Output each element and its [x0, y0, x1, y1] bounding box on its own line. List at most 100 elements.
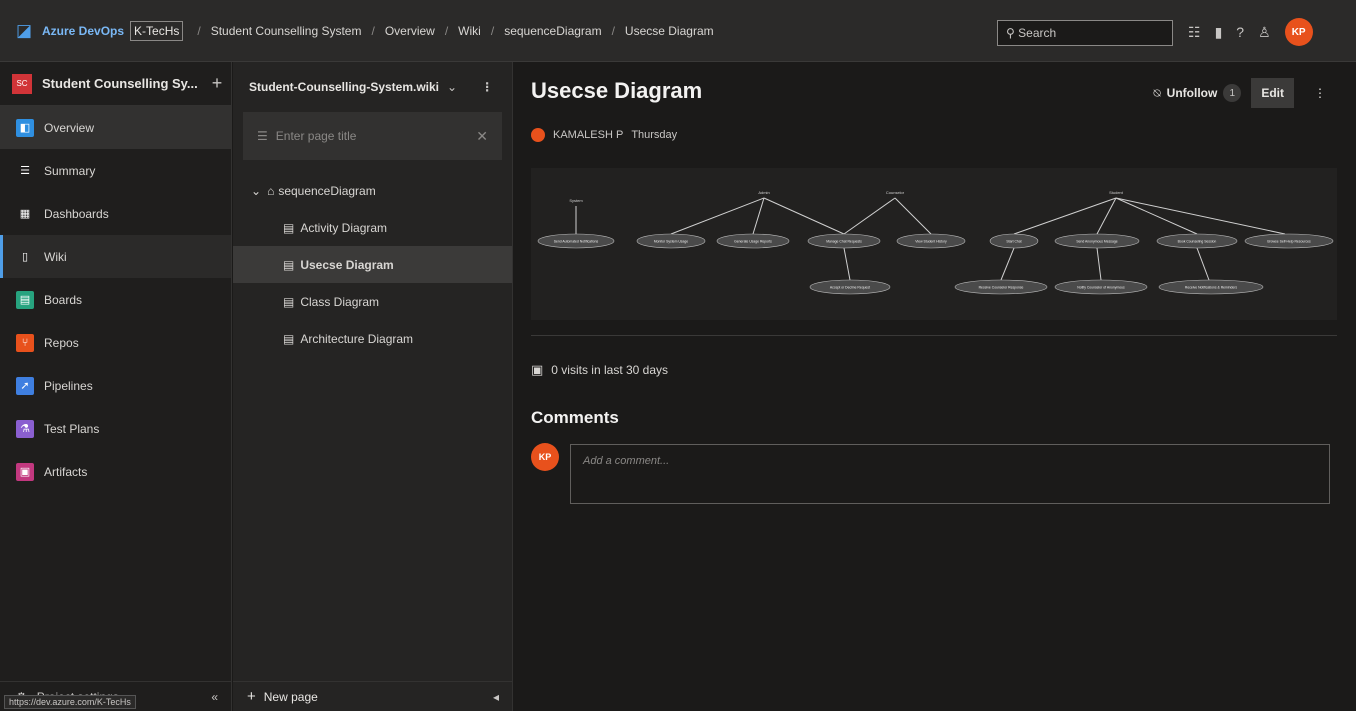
- tree-item-label: sequenceDiagram: [278, 183, 376, 198]
- tree-item-class-diagram[interactable]: ▤ Class Diagram: [233, 283, 512, 320]
- help-icon[interactable]: ?: [1236, 24, 1244, 40]
- usecase-label: Monitor System Usage: [654, 240, 688, 244]
- marketplace-icon[interactable]: ▮: [1215, 24, 1223, 41]
- breadcrumb-sequence-diagram[interactable]: sequenceDiagram: [504, 24, 601, 38]
- filter-pages-input[interactable]: ☰ Enter page title ✕: [243, 112, 502, 160]
- actor-label: Student: [1109, 190, 1124, 195]
- actor-label: System: [569, 198, 583, 203]
- more-options-icon[interactable]: ⋮: [1314, 86, 1326, 100]
- visits-icon: ▣: [531, 362, 544, 377]
- new-page-label: New page: [263, 689, 318, 704]
- project-header[interactable]: SC Student Counselling Sy... +: [0, 62, 231, 106]
- unfollow-label: Unfollow: [1166, 86, 1218, 100]
- comment-input[interactable]: Add a comment...: [570, 444, 1330, 504]
- nav-item-pipelines[interactable]: ➚ Pipelines: [0, 364, 231, 407]
- status-url-tooltip: https://dev.azure.com/K-TecHs: [4, 695, 136, 709]
- user-avatar[interactable]: KP: [1284, 18, 1313, 46]
- wiki-name[interactable]: Student-Counselling-System.wiki: [249, 80, 439, 94]
- left-navigation: SC Student Counselling Sy... + ◧ Overvie…: [0, 62, 232, 711]
- tree-item-label: Architecture Diagram: [300, 331, 414, 346]
- nav-item-summary[interactable]: ☰ Summary: [0, 149, 231, 192]
- top-icons: ☷ ▮ ? ♙ KP: [1188, 18, 1313, 46]
- page-icon: ▤: [283, 331, 295, 346]
- edit-button[interactable]: Edit: [1251, 78, 1294, 108]
- breadcrumb-current-page[interactable]: Usecse Diagram: [625, 24, 714, 38]
- breadcrumb-project[interactable]: Student Counselling System: [211, 24, 362, 38]
- wiki-selector[interactable]: Student-Counselling-System.wiki ⌄ ⋮: [233, 62, 512, 112]
- page-author: KAMALESH P Thursday: [531, 128, 677, 142]
- azure-devops-logo-icon[interactable]: ◪: [16, 21, 34, 40]
- commenter-avatar: KP: [531, 443, 559, 471]
- project-name[interactable]: Student Counselling Sy...: [42, 76, 198, 91]
- search-placeholder: Search: [1018, 26, 1057, 40]
- collapse-nav-icon[interactable]: «: [211, 690, 218, 704]
- wiki-page-content: Usecse Diagram ⍉ Unfollow 1 Edit ⋮ KAMAL…: [514, 62, 1356, 711]
- nav-item-wiki[interactable]: ▯ Wiki: [0, 235, 231, 278]
- nav-item-repos[interactable]: ⑂ Repos: [0, 321, 231, 364]
- breadcrumb-separator: /: [611, 23, 615, 38]
- actor-label: Counselor: [886, 190, 905, 195]
- tree-item-usecse-diagram[interactable]: ▤ Usecse Diagram: [233, 246, 512, 283]
- unfollow-button[interactable]: ⍉ Unfollow 1: [1153, 84, 1242, 102]
- filter-placeholder: Enter page title: [275, 129, 357, 143]
- usecase-label: Send Automated Notifications: [554, 240, 599, 244]
- usecase-label: Accept or Decline Request: [830, 286, 870, 290]
- top-bar: ◪ Azure DevOps K-TecHs / Student Counsel…: [0, 0, 1356, 62]
- chevron-down-icon[interactable]: ⌄: [251, 184, 261, 198]
- breadcrumb-wiki[interactable]: Wiki: [458, 24, 481, 38]
- breadcrumb-overview[interactable]: Overview: [385, 24, 435, 38]
- nav-label: Repos: [44, 335, 79, 350]
- content-divider: [531, 335, 1337, 336]
- usecase-label: View Student History: [915, 240, 947, 244]
- test-plans-icon: ⚗: [16, 419, 34, 438]
- usecase-label: Manage Chat Requests: [826, 240, 862, 244]
- collapse-pane-icon[interactable]: ◂: [493, 690, 499, 704]
- overview-icon: ◧: [16, 118, 34, 137]
- page-title: Usecse Diagram: [531, 78, 703, 103]
- tree-item-activity-diagram[interactable]: ▤ Activity Diagram: [233, 209, 512, 246]
- nav-item-overview[interactable]: ◧ Overview: [0, 106, 231, 149]
- nav-item-dashboards[interactable]: ▦ Dashboards: [0, 192, 231, 235]
- nav-label: Boards: [44, 292, 83, 307]
- diagram-usecases: Send Automated Notifications Monitor Sys…: [537, 233, 1334, 295]
- pipelines-icon: ➚: [16, 376, 34, 395]
- tree-item-label: Activity Diagram: [300, 220, 388, 235]
- usecase-label: Receive Counselor Response: [979, 286, 1024, 290]
- nav-item-boards[interactable]: ▤ Boards: [0, 278, 231, 321]
- clear-filter-icon[interactable]: ✕: [476, 128, 488, 145]
- search-input[interactable]: ⚲ Search: [997, 20, 1173, 46]
- usecase-label: Browse Self-Help Resources: [1267, 240, 1311, 244]
- breadcrumb-separator: /: [371, 23, 375, 38]
- org-link[interactable]: K-TecHs: [130, 20, 184, 41]
- usecase-diagram: System Admin Counselor Student Send Auto…: [531, 168, 1337, 320]
- user-settings-icon[interactable]: ♙: [1258, 24, 1271, 41]
- task-list-icon[interactable]: ☷: [1188, 24, 1201, 41]
- more-options-icon[interactable]: ⋮: [481, 80, 493, 94]
- new-page-button[interactable]: + New page ◂: [233, 681, 513, 711]
- brand-link[interactable]: Azure DevOps: [42, 24, 124, 38]
- nav-label: Pipelines: [44, 378, 93, 393]
- usecase-label: Start Chat: [1006, 240, 1021, 244]
- nav-label: Artifacts: [44, 464, 88, 479]
- nav-label: Dashboards: [44, 206, 109, 221]
- tree-item-architecture-diagram[interactable]: ▤ Architecture Diagram: [233, 320, 512, 357]
- summary-icon: ☰: [20, 165, 30, 177]
- artifacts-icon: ▣: [16, 462, 34, 481]
- author-name[interactable]: KAMALESH P: [553, 129, 623, 141]
- add-icon[interactable]: +: [212, 73, 223, 94]
- tree-item-root[interactable]: ⌄ ⌂ sequenceDiagram: [233, 172, 512, 209]
- chevron-down-icon[interactable]: ⌄: [447, 80, 457, 94]
- filter-icon: ☰: [257, 129, 268, 143]
- nav-item-artifacts[interactable]: ▣ Artifacts: [0, 450, 231, 493]
- dashboards-icon: ▦: [19, 208, 31, 220]
- breadcrumb-separator: /: [444, 23, 449, 38]
- page-tree: ⌄ ⌂ sequenceDiagram ▤ Activity Diagram ▤…: [233, 172, 512, 357]
- page-icon: ▤: [283, 257, 295, 272]
- home-icon: ⌂: [267, 183, 275, 198]
- page-icon: ▤: [283, 294, 295, 309]
- author-avatar: [531, 128, 545, 142]
- nav-item-test-plans[interactable]: ⚗ Test Plans: [0, 407, 231, 450]
- wiki-icon: ▯: [21, 251, 29, 263]
- usecase-label: Receive Notifications & Reminders: [1185, 286, 1238, 290]
- actor-label: Admin: [758, 190, 769, 195]
